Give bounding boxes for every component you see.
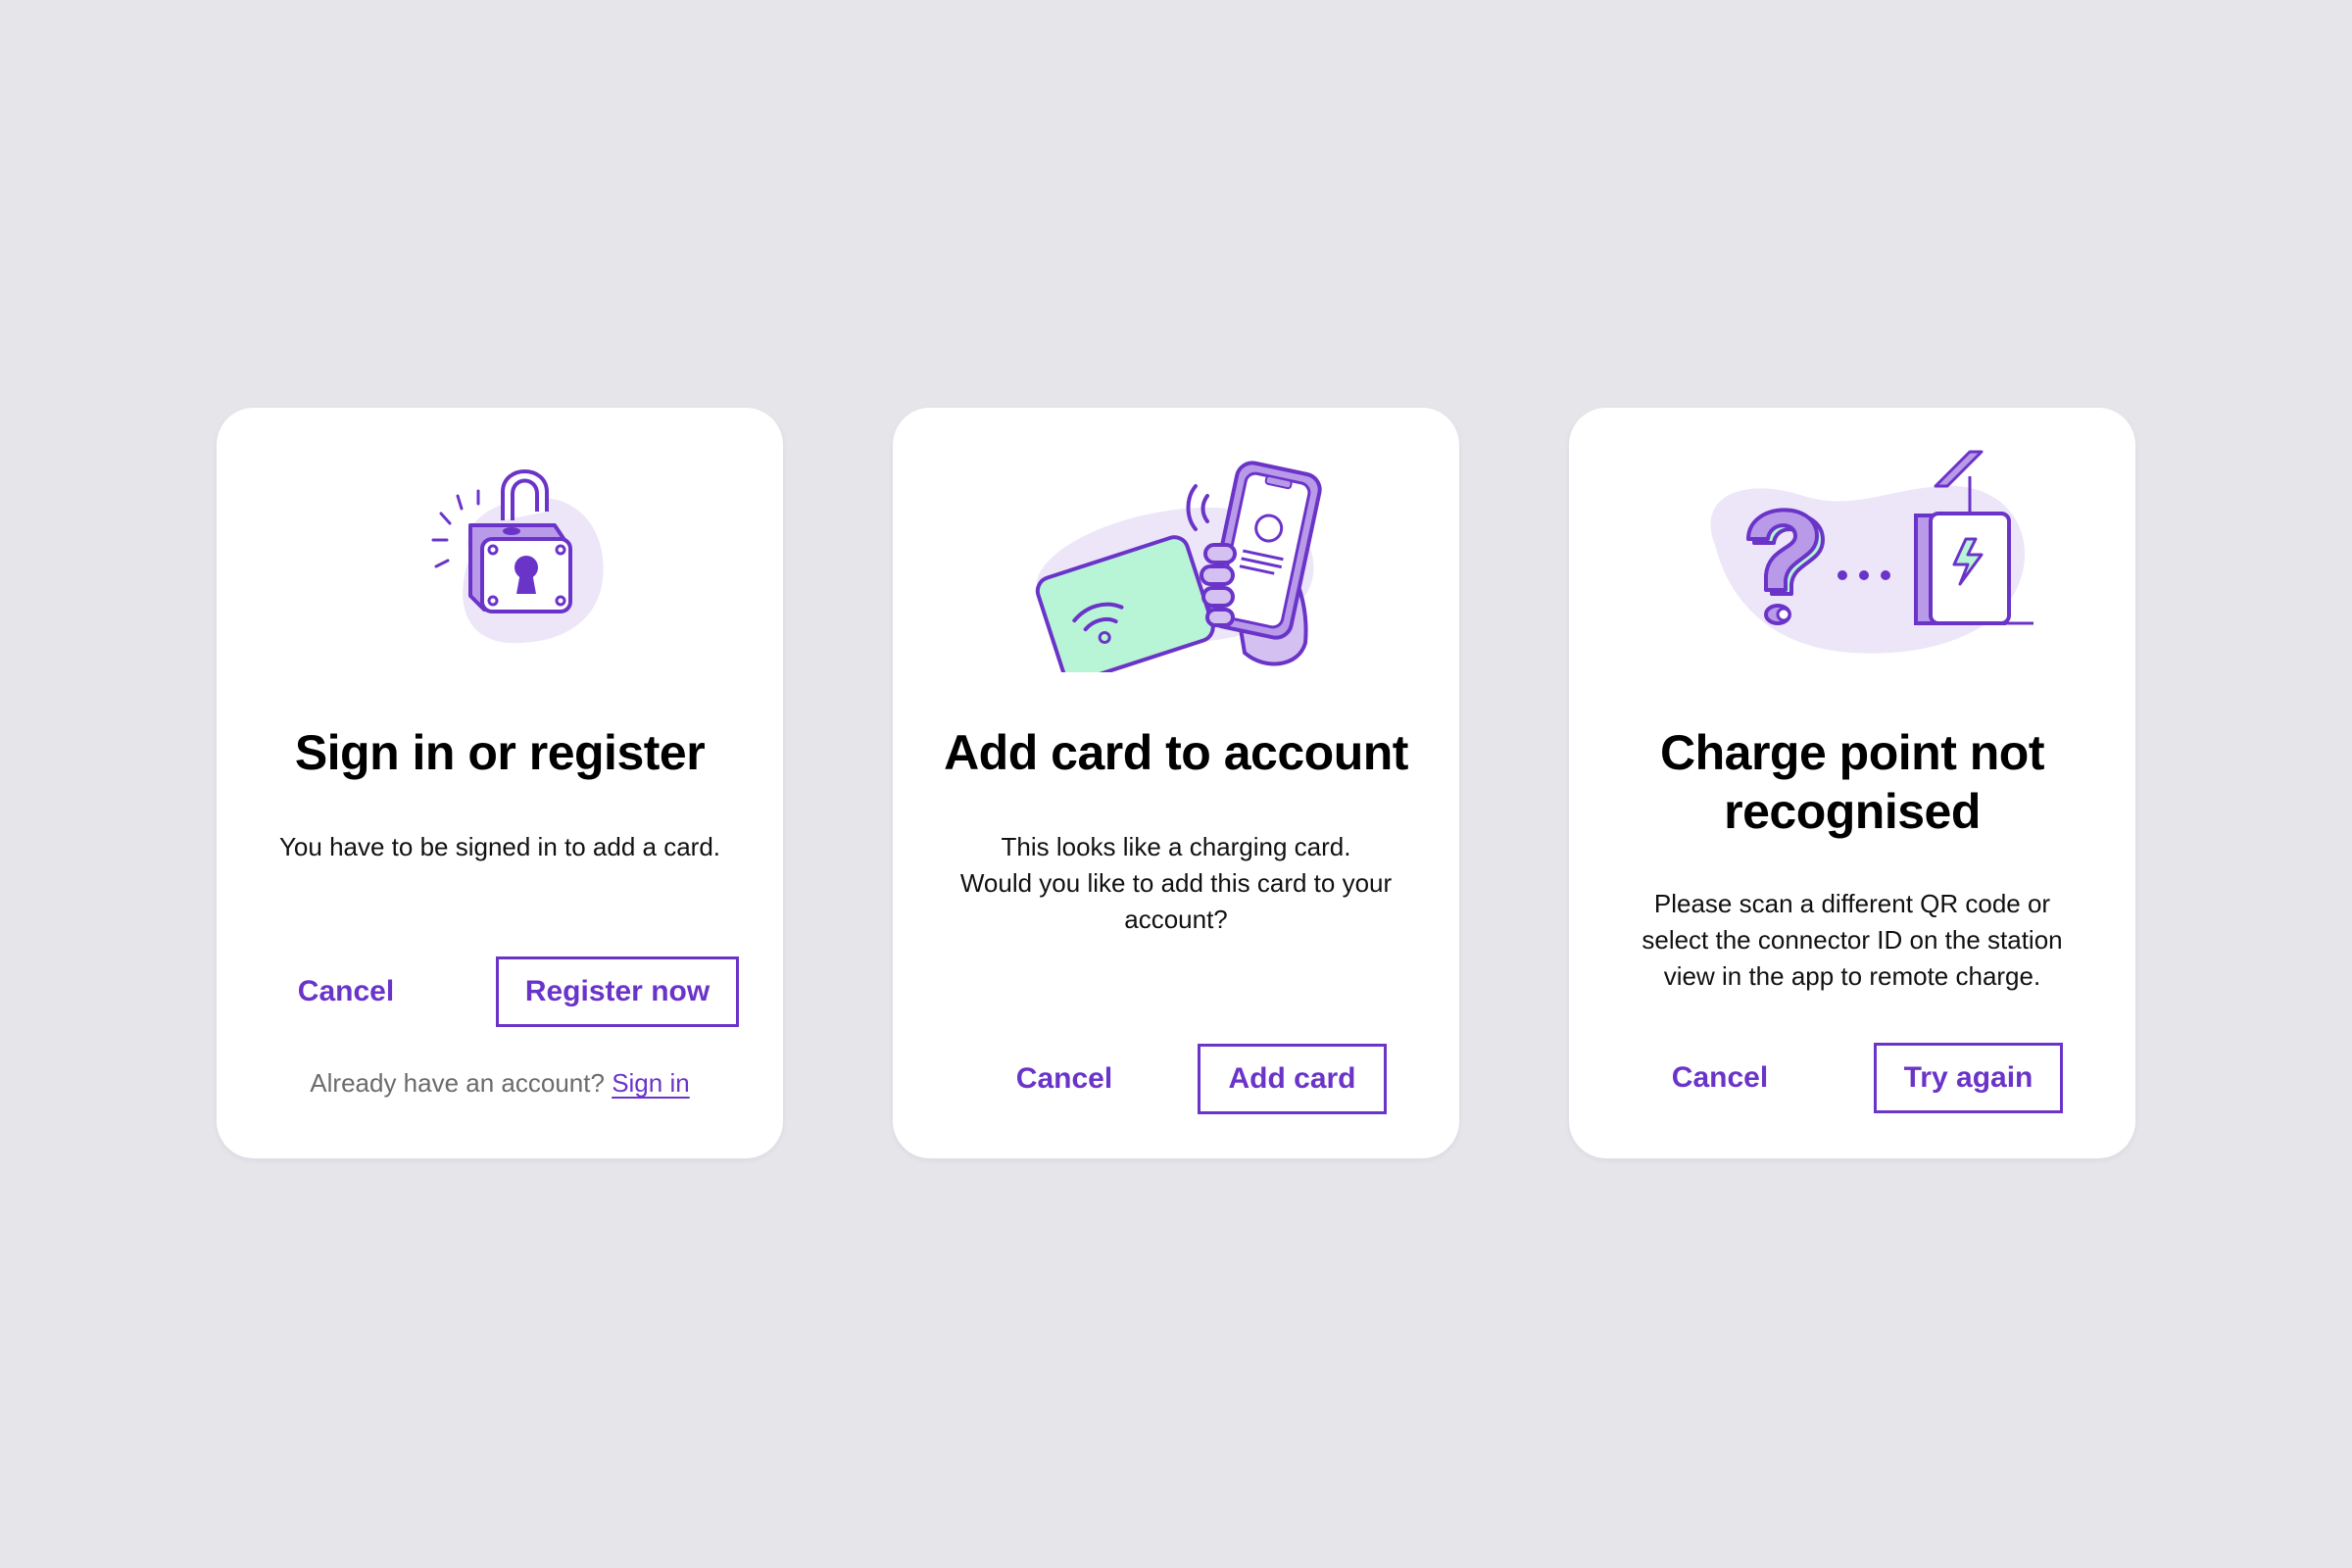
charge-point-question-icon	[1710, 450, 2034, 654]
illustration	[217, 437, 783, 672]
dialog-actions: Cancel Try again	[1569, 1043, 2135, 1113]
charge-point-dialog: Charge point not recognised Please scan …	[1569, 408, 2135, 1158]
try-again-button[interactable]: Try again	[1874, 1043, 2063, 1113]
register-now-button[interactable]: Register now	[496, 956, 739, 1027]
dialog-message-line: account?	[1124, 905, 1228, 934]
dialog-message: You have to be signed in to add a card.	[278, 832, 721, 861]
illustration	[1569, 437, 2135, 672]
add-card-dialog: Add card to account This looks like a ch…	[893, 408, 1459, 1158]
signin-dialog: Sign in or register You have to be signe…	[217, 408, 783, 1158]
signin-prompt-text: Already have an account?	[310, 1068, 605, 1098]
dialog-message: Please scan a different QR code or selec…	[1608, 886, 2096, 995]
screen: Sign in or register You have to be signe…	[0, 0, 2352, 1568]
illustration	[893, 437, 1459, 672]
dialog-message: This looks like a charging card. Would y…	[932, 829, 1420, 938]
cancel-button[interactable]: Cancel	[1651, 1043, 1788, 1113]
dialog-message-line: view in the app to remote charge.	[1663, 961, 2041, 991]
add-card-button[interactable]: Add card	[1198, 1044, 1387, 1114]
dialog-message-line: Would you like to add this card to your	[959, 868, 1393, 898]
dialog-message-line: Please scan a different QR code or	[1653, 889, 2051, 918]
dialog-message-line: This looks like a charging card.	[1001, 832, 1351, 861]
cancel-button[interactable]: Cancel	[996, 1044, 1133, 1114]
dialog-actions: Cancel Add card	[893, 1044, 1459, 1114]
dialog-title: Sign in or register	[294, 725, 706, 780]
dialog-title-line: Charge point not	[1660, 725, 2044, 780]
signin-prompt: Already have an account? Sign in	[217, 1068, 783, 1099]
signin-link[interactable]: Sign in	[612, 1068, 690, 1098]
dialog-title-line: recognised	[1724, 784, 1981, 839]
cancel-button[interactable]: Cancel	[277, 956, 415, 1027]
phone-card-tap-icon	[1035, 461, 1322, 672]
dialog-title: Charge point not recognised	[1592, 723, 2112, 841]
dialog-message-line: select the connector ID on the station	[1642, 925, 2063, 955]
dialog-title: Add card to account	[944, 725, 1408, 780]
padlock-icon	[431, 469, 604, 644]
dialog-actions: Cancel Register now	[217, 956, 783, 1027]
